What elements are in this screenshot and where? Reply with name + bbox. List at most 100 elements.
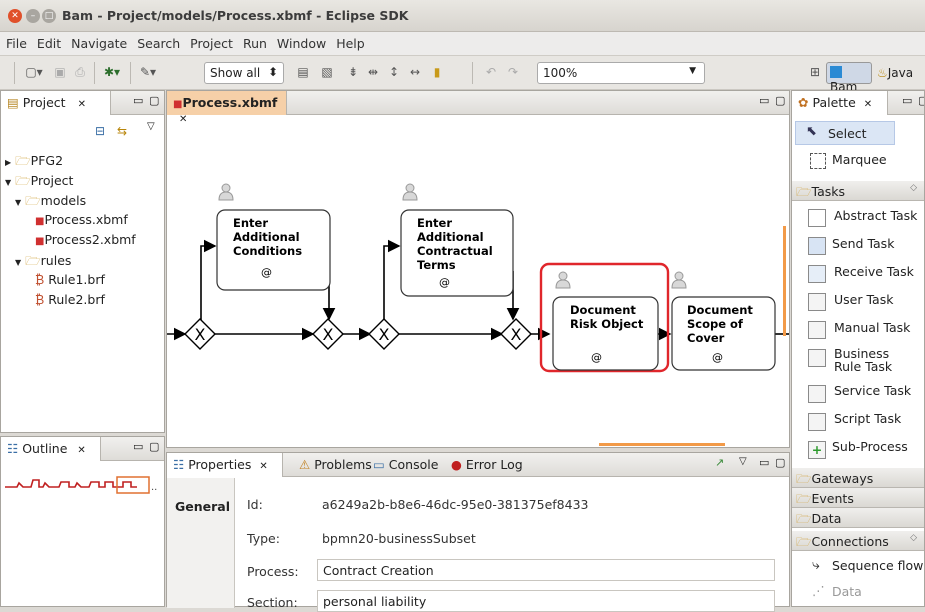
- tab-problems[interactable]: ⚠ Problems: [293, 453, 378, 477]
- drawer-events[interactable]: 🗁Events: [792, 488, 924, 508]
- resize-icon[interactable]: ▮: [430, 65, 444, 81]
- exclusive-gateway[interactable]: X: [500, 318, 532, 350]
- tab-console[interactable]: ▭ Console: [367, 453, 444, 477]
- exclusive-gateway[interactable]: X: [368, 318, 400, 350]
- view-menu-icon[interactable]: ▽: [739, 456, 747, 467]
- layout-icon[interactable]: ▤: [296, 65, 310, 81]
- tab-outline[interactable]: ☷ Outline ✕: [1, 437, 101, 461]
- drawer-gateways[interactable]: 🗁Gateways: [792, 468, 924, 488]
- tab-process-xbmf[interactable]: ■Process.xbmf ✕: [167, 91, 287, 125]
- menu-project[interactable]: Project: [184, 32, 237, 51]
- close-icon[interactable]: ✕: [78, 99, 86, 110]
- section-field[interactable]: personal liability: [317, 590, 775, 612]
- task-enter-additional-contractual-terms[interactable]: Enter Additional Contractual Terms @: [400, 183, 514, 297]
- close-icon[interactable]: ✕: [259, 461, 267, 472]
- expand-icon[interactable]: ▶: [5, 158, 11, 167]
- tree-item-pfg2[interactable]: ▶ 🗁PFG2: [5, 152, 63, 173]
- width-icon[interactable]: ↔: [408, 65, 422, 81]
- vertical-scroll-indicator[interactable]: [783, 226, 786, 336]
- tree-item-project[interactable]: ▼ 🗁Project: [5, 172, 73, 193]
- edit-tool-icon[interactable]: ✎▾: [136, 65, 160, 81]
- show-filter-select[interactable]: Show all ⬍: [204, 62, 284, 84]
- outline-thumbnail[interactable]: ..: [5, 475, 161, 495]
- maximize-icon[interactable]: ▢: [149, 440, 159, 453]
- collapse-icon[interactable]: ▼: [15, 198, 21, 207]
- maximize-icon[interactable]: ▢: [775, 94, 785, 107]
- bam-perspective-button[interactable]: Bam: [826, 62, 872, 94]
- palette-sequence-flow[interactable]: ⤷ Sequence flow: [792, 555, 923, 581]
- close-icon[interactable]: ✕: [864, 99, 872, 110]
- palette-user-task[interactable]: User Task: [792, 289, 920, 315]
- collapse-all-icon[interactable]: ⊟: [95, 124, 105, 138]
- drawer-tasks[interactable]: 🗁Tasks ◇: [792, 181, 924, 201]
- menu-window[interactable]: Window: [271, 32, 330, 51]
- tree-item-models[interactable]: ▼ 🗁models: [15, 192, 86, 213]
- tree-item-process[interactable]: ■Process.xbmf: [35, 212, 128, 227]
- debug-icon[interactable]: ✱▾: [100, 65, 124, 81]
- print-icon[interactable]: ⎙: [72, 65, 88, 81]
- horizontal-scroll-indicator[interactable]: [599, 443, 725, 446]
- pin-icon[interactable]: ◇: [910, 533, 917, 543]
- java-perspective-button[interactable]: ♨Java: [877, 66, 913, 80]
- palette-data-association[interactable]: ⋰ Data: [792, 581, 920, 606]
- minimize-icon[interactable]: ▭: [759, 456, 769, 469]
- align-vertical-icon[interactable]: ⇟: [346, 65, 360, 81]
- exclusive-gateway[interactable]: X: [312, 318, 344, 350]
- open-perspective-icon[interactable]: ⊞: [808, 65, 822, 81]
- minimize-icon[interactable]: ▭: [902, 94, 912, 107]
- palette-manual-task[interactable]: Manual Task: [792, 317, 920, 343]
- tab-palette[interactable]: ✿ Palette ✕: [792, 91, 888, 115]
- task-document-risk-object[interactable]: Document Risk Object @: [539, 262, 670, 373]
- tree-item-rule1[interactable]: ₿ Rule1.brf: [35, 272, 105, 287]
- tree-item-process2[interactable]: ■Process2.xbmf: [35, 232, 136, 247]
- palette-send-task[interactable]: Send Task: [792, 233, 920, 259]
- close-icon[interactable]: ✕: [77, 445, 85, 456]
- process-diagram[interactable]: X X X X Enter Additional Conditions @ En…: [167, 116, 789, 447]
- palette-business-rule-task[interactable]: Business Rule Task: [792, 345, 920, 377]
- menu-search[interactable]: Search: [131, 32, 184, 51]
- tab-error-log[interactable]: ● Error Log: [445, 453, 529, 477]
- menu-navigate[interactable]: Navigate: [65, 32, 131, 51]
- save-icon[interactable]: ▣: [52, 65, 68, 81]
- redo-icon[interactable]: ↷: [506, 65, 520, 81]
- task-document-scope-of-cover[interactable]: Document Scope of Cover @: [671, 271, 776, 371]
- close-window-button[interactable]: ✕: [8, 9, 22, 23]
- palette-script-task[interactable]: Script Task: [792, 409, 920, 435]
- drawer-connections[interactable]: 🗁Connections ◇: [792, 531, 924, 551]
- height-icon[interactable]: ↕: [388, 65, 400, 81]
- maximize-window-button[interactable]: □: [42, 9, 56, 23]
- tree-item-rule2[interactable]: ₿ Rule2.brf: [35, 292, 105, 307]
- minimize-icon[interactable]: ▭: [133, 94, 143, 107]
- minimize-icon[interactable]: ▭: [133, 440, 143, 453]
- drawer-data[interactable]: 🗁Data: [792, 508, 924, 528]
- menu-edit[interactable]: Edit: [31, 32, 65, 51]
- maximize-icon[interactable]: ▢: [918, 94, 924, 107]
- menu-file[interactable]: File: [0, 32, 31, 51]
- pin-view-icon[interactable]: ↗: [715, 456, 724, 469]
- tree-item-rules[interactable]: ▼ 🗁rules: [15, 252, 71, 273]
- palette-sub-process[interactable]: + Sub-Process: [792, 437, 920, 463]
- maximize-icon[interactable]: ▢: [775, 456, 785, 469]
- undo-icon[interactable]: ↶: [484, 65, 498, 81]
- link-editor-icon[interactable]: ⇆: [117, 124, 127, 138]
- minimize-window-button[interactable]: –: [26, 9, 40, 23]
- maximize-icon[interactable]: ▢: [149, 94, 159, 107]
- palette-receive-task[interactable]: Receive Task: [792, 261, 920, 287]
- task-enter-additional-conditions[interactable]: Enter Additional Conditions @: [216, 183, 331, 291]
- zoom-combo[interactable]: 100% ▼: [537, 62, 705, 84]
- new-icon[interactable]: ▢▾: [22, 65, 46, 81]
- collapse-icon[interactable]: ▼: [5, 178, 11, 187]
- tab-properties[interactable]: ☷ Properties ✕: [167, 453, 283, 477]
- copy-format-icon[interactable]: ▧: [320, 65, 334, 81]
- minimize-icon[interactable]: ▭: [759, 94, 769, 107]
- palette-abstract-task[interactable]: Abstract Task: [792, 205, 920, 231]
- menu-help[interactable]: Help: [330, 32, 369, 51]
- view-menu-icon[interactable]: ▽: [147, 121, 155, 132]
- align-horizontal-icon[interactable]: ⇹: [366, 65, 380, 81]
- pin-icon[interactable]: ◇: [910, 183, 917, 193]
- exclusive-gateway[interactable]: X: [184, 318, 216, 350]
- process-field[interactable]: Contract Creation: [317, 559, 775, 581]
- section-tab-general[interactable]: General: [175, 499, 230, 514]
- palette-marquee-tool[interactable]: Marquee: [792, 149, 920, 175]
- menu-run[interactable]: Run: [237, 32, 271, 51]
